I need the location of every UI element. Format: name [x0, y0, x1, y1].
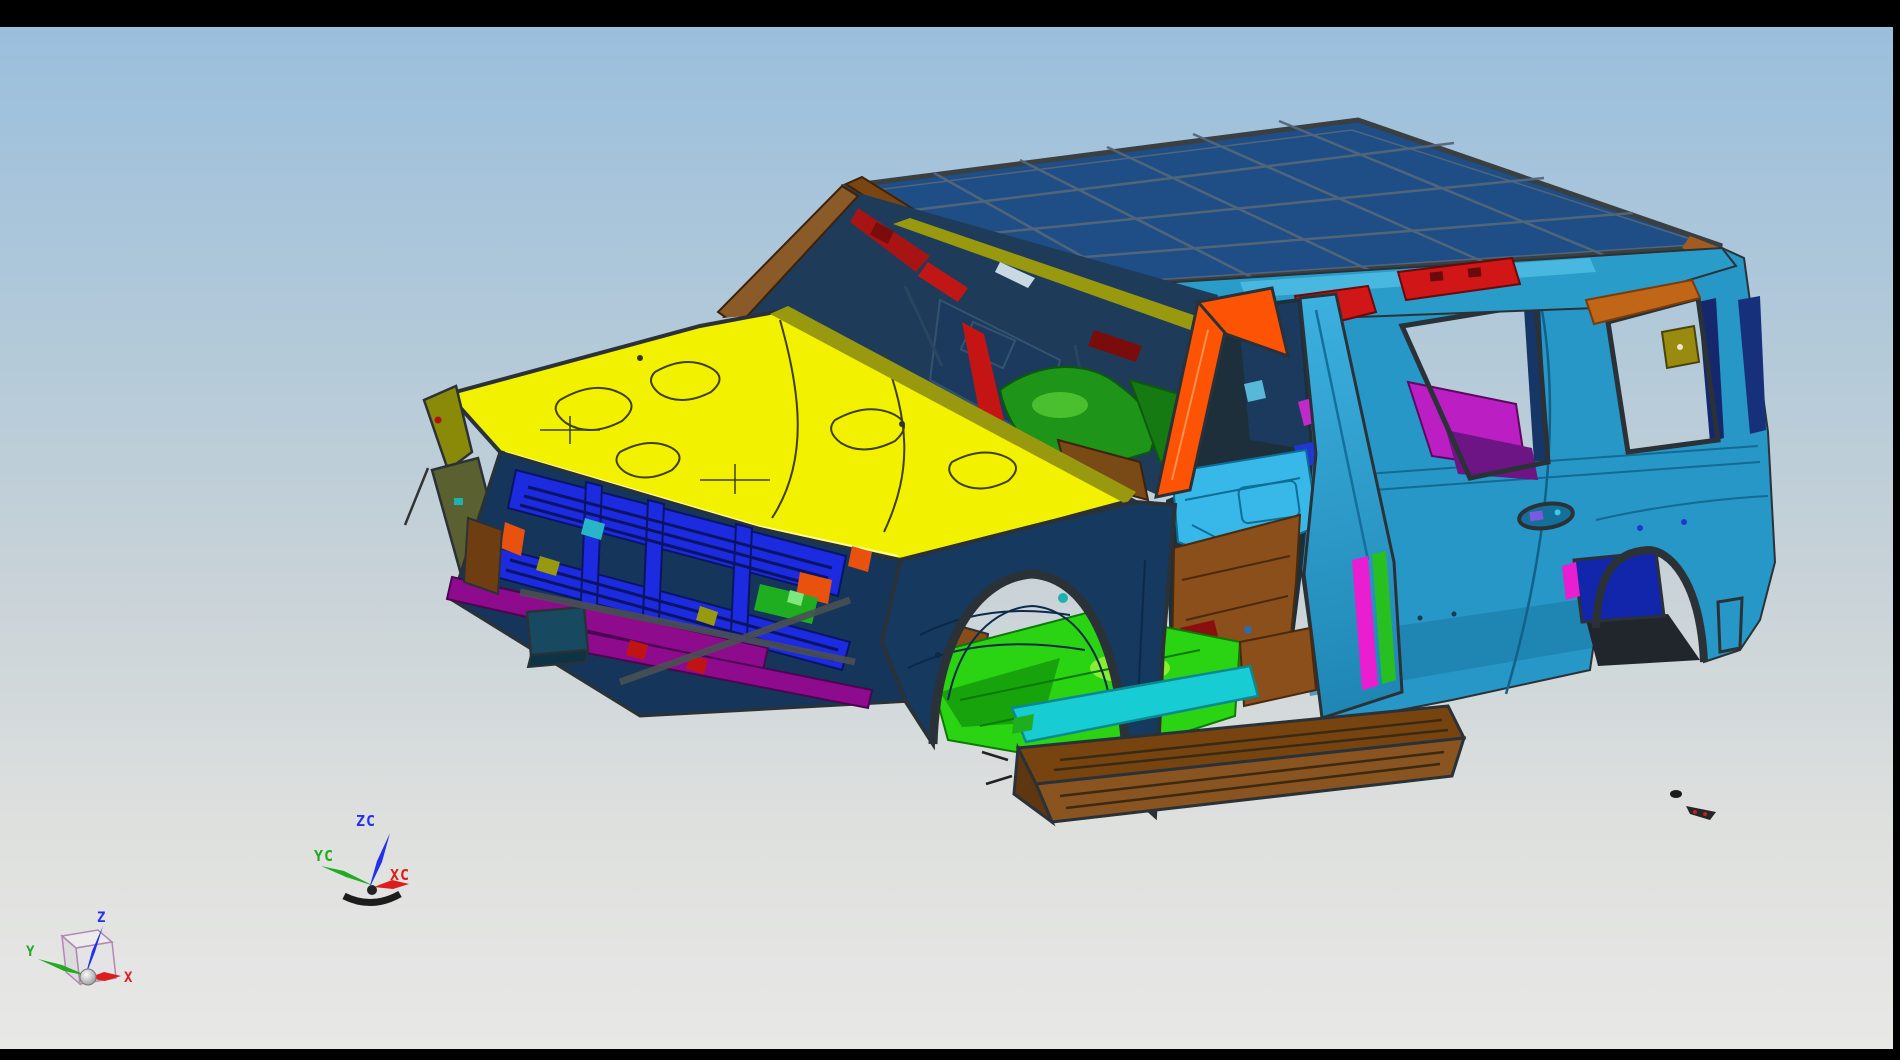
view-x-label: X — [124, 970, 133, 986]
fender-dot — [935, 652, 941, 658]
hood-pin-dot — [637, 355, 643, 361]
view-y-label: Y — [26, 944, 35, 960]
wcs-y-label: YC — [314, 847, 334, 865]
view-triad-origin-sphere[interactable] — [80, 969, 96, 985]
3d-viewport[interactable]: ZC YC XC Z Y X — [0, 0, 1900, 1060]
interior-bit-lightblue — [1244, 380, 1266, 402]
quarter-window-opening[interactable] — [1608, 298, 1724, 452]
view-z-label: Z — [97, 910, 105, 926]
rear-lower-tab[interactable] — [1718, 598, 1742, 652]
right-frame-bar — [1893, 27, 1900, 1060]
cad-application-window: ZC YC XC Z Y X — [0, 0, 1900, 1060]
wcs-x-label: XC — [390, 866, 410, 884]
bottom-frame-bar — [0, 1049, 1900, 1060]
hood-pin-dot2 — [899, 421, 905, 427]
top-title-bar — [0, 0, 1900, 27]
tow-box[interactable] — [527, 607, 588, 667]
wcs-z-label: ZC — [356, 812, 376, 830]
front-brown-corner-left — [464, 518, 502, 594]
fender-teal-dot — [1058, 593, 1068, 603]
